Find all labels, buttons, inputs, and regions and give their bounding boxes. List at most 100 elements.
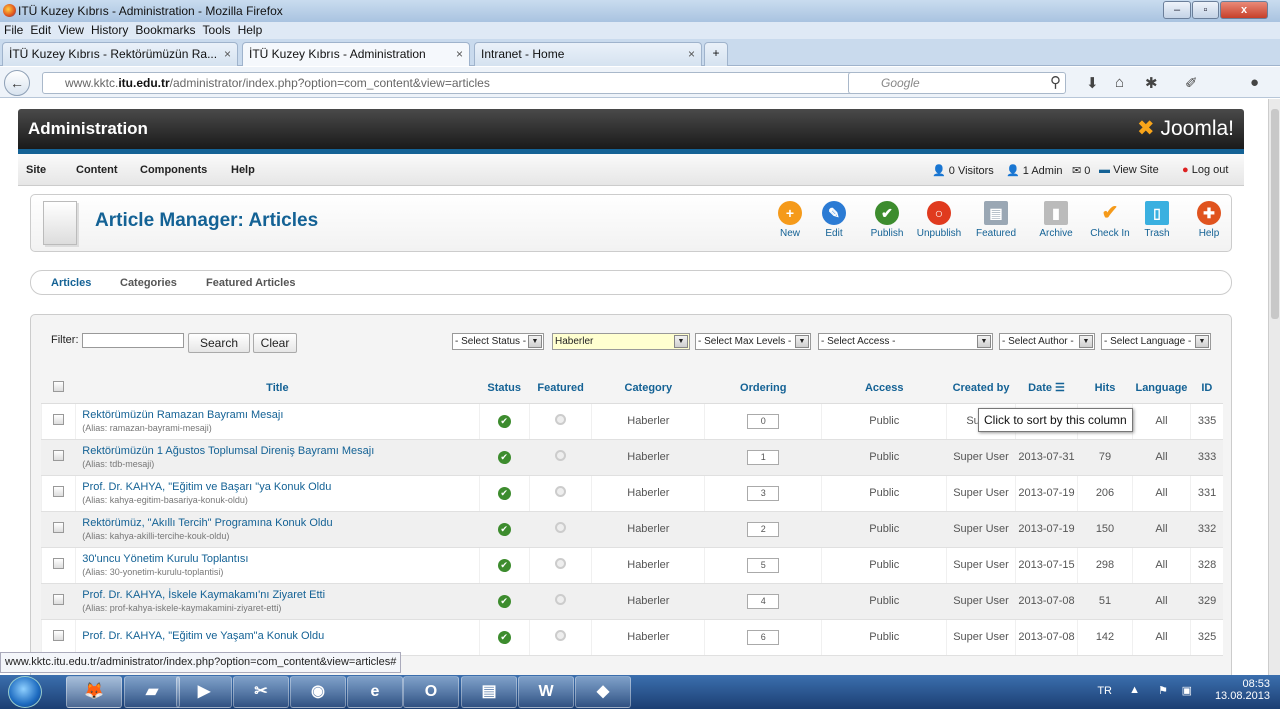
media-player-icon[interactable]: ▶ [176, 676, 232, 708]
row-checkbox[interactable] [53, 630, 65, 641]
menu-help[interactable]: Help [238, 22, 263, 39]
archive-button[interactable]: ▮ Archive [1026, 201, 1086, 239]
flag-icon[interactable]: ⚑ [1158, 684, 1168, 697]
ordering-input[interactable]: 0 [747, 413, 780, 429]
tab-articles[interactable]: Articles [51, 277, 91, 289]
article-title-link[interactable]: Rektörümüz, "Akıllı Tercih" Programına K… [82, 517, 478, 529]
dev-tools-icon[interactable]: ✐ [1185, 74, 1198, 92]
language-indicator[interactable]: TR [1097, 685, 1112, 697]
row-checkbox[interactable] [53, 450, 65, 461]
col-featured[interactable]: Featured [529, 373, 592, 404]
featured-toggle-icon[interactable] [555, 630, 567, 641]
page-scrollbar[interactable] [1268, 99, 1280, 675]
menu-file[interactable]: File [4, 22, 23, 39]
col-category[interactable]: Category [591, 373, 705, 404]
internet-explorer-icon[interactable]: e [347, 676, 403, 708]
browser-tab-3[interactable]: Intranet - Home × [474, 42, 702, 66]
created-by-cell[interactable]: Super User [946, 583, 1016, 620]
search-button[interactable]: Search [188, 333, 250, 353]
start-button[interactable] [8, 676, 42, 708]
messages-count[interactable]: ✉ 0 [1072, 164, 1090, 177]
access-select[interactable]: - Select Access - ▼ [818, 333, 993, 350]
ordering-input[interactable]: 2 [747, 521, 780, 537]
menu-site[interactable]: Site [26, 164, 46, 176]
clock[interactable]: 08:53 13.08.2013 [1215, 678, 1270, 702]
author-select[interactable]: - Select Author - ▼ [999, 333, 1095, 350]
tab-featured-articles[interactable]: Featured Articles [206, 277, 295, 289]
file-manager-icon[interactable]: ▤ [461, 676, 517, 708]
created-by-cell[interactable]: Super User [946, 547, 1016, 584]
row-checkbox[interactable] [53, 558, 65, 569]
close-window-button[interactable]: x [1220, 1, 1268, 19]
published-check-icon[interactable]: ✔ [497, 630, 511, 644]
url-bar[interactable]: www.kktc.itu.edu.tr/administrator/index.… [42, 72, 910, 94]
article-title-link[interactable]: Prof. Dr. KAHYA, "Eğitim ve Yaşam"a Konu… [82, 630, 478, 642]
article-title-link[interactable]: Prof. Dr. KAHYA, İskele Kaymakamı'nı Ziy… [82, 589, 478, 601]
maximize-button[interactable]: ▫ [1192, 1, 1219, 19]
show-hidden-icons-icon[interactable]: ▲ [1129, 684, 1140, 696]
close-tab-icon[interactable]: × [224, 47, 231, 61]
row-checkbox[interactable] [53, 414, 65, 425]
created-by-cell[interactable]: Super User [946, 619, 1016, 656]
select-all-checkbox[interactable] [53, 380, 65, 392]
featured-button[interactable]: ▤ Featured [966, 201, 1026, 239]
menu-components[interactable]: Components [140, 164, 207, 176]
menu-help[interactable]: Help [231, 164, 255, 176]
publish-button[interactable]: ✔ Publish [857, 201, 917, 239]
published-check-icon[interactable]: ✔ [497, 594, 511, 608]
snipping-tool-icon[interactable]: ✂ [233, 676, 289, 708]
col-created-by[interactable]: Created by [946, 373, 1016, 404]
close-tab-icon[interactable]: × [456, 47, 463, 61]
tab-categories[interactable]: Categories [120, 277, 177, 289]
menu-tools[interactable]: Tools [203, 22, 231, 39]
scroll-thumb[interactable] [1271, 109, 1279, 319]
view-site-link[interactable]: ▬ View Site [1099, 164, 1159, 176]
created-by-cell[interactable]: Super User [946, 439, 1016, 476]
word-icon[interactable]: W [518, 676, 574, 708]
article-title-link[interactable]: Rektörümüzün 1 Ağustos Toplumsal Direniş… [82, 445, 478, 457]
new-tab-button[interactable]: + [704, 42, 728, 66]
published-check-icon[interactable]: ✔ [497, 414, 511, 428]
filter-search-input[interactable] [82, 333, 184, 348]
menu-history[interactable]: History [91, 22, 128, 39]
unpublish-button[interactable]: ○ Unpublish [909, 201, 969, 239]
row-checkbox[interactable] [53, 522, 65, 533]
explorer-folder-icon[interactable]: ▰ [124, 676, 180, 708]
firefox-taskbar-icon[interactable]: 🦊 [66, 676, 122, 708]
home-icon[interactable]: ⌂ [1115, 74, 1124, 91]
status-select[interactable]: - Select Status - ▼ [452, 333, 544, 350]
published-check-icon[interactable]: ✔ [497, 486, 511, 500]
featured-toggle-icon[interactable] [555, 594, 567, 605]
extension-icon[interactable]: ● [1250, 74, 1259, 91]
featured-toggle-icon[interactable] [555, 486, 567, 497]
row-checkbox[interactable] [53, 486, 65, 497]
col-access[interactable]: Access [821, 373, 947, 404]
logout-link[interactable]: ● Log out [1182, 164, 1228, 176]
back-button[interactable]: ← [4, 70, 30, 96]
ordering-input[interactable]: 5 [747, 557, 780, 573]
col-ordering[interactable]: Ordering [704, 373, 822, 404]
col-status[interactable]: Status [479, 373, 530, 404]
minimize-button[interactable]: – [1163, 1, 1191, 19]
edit-button[interactable]: ✎ Edit [804, 201, 864, 239]
max-levels-select[interactable]: - Select Max Levels - ▼ [695, 333, 811, 350]
search-bar[interactable]: Google [848, 72, 1066, 94]
clear-button[interactable]: Clear [253, 333, 297, 353]
outlook-icon[interactable]: O [403, 676, 459, 708]
category-select[interactable]: Haberler ▼ [552, 333, 690, 350]
chrome-icon[interactable]: ◉ [290, 676, 346, 708]
published-check-icon[interactable]: ✔ [497, 450, 511, 464]
ordering-input[interactable]: 6 [747, 629, 780, 645]
article-title-link[interactable]: 30'uncu Yönetim Kurulu Toplantısı [82, 553, 478, 565]
article-title-link[interactable]: Prof. Dr. KAHYA, "Eğitim ve Başarı "ya K… [82, 481, 478, 493]
featured-toggle-icon[interactable] [555, 414, 567, 425]
menu-content[interactable]: Content [76, 164, 118, 176]
featured-toggle-icon[interactable] [555, 522, 567, 533]
created-by-cell[interactable]: Super User [946, 475, 1016, 512]
featured-toggle-icon[interactable] [555, 450, 567, 461]
browser-tab-1[interactable]: İTÜ Kuzey Kıbrıs - Rektörümüzün Ra... × [2, 42, 238, 66]
menu-edit[interactable]: Edit [30, 22, 51, 39]
menu-bookmarks[interactable]: Bookmarks [135, 22, 195, 39]
trash-button[interactable]: ▯ Trash [1127, 201, 1187, 239]
col-id[interactable]: ID [1190, 373, 1223, 404]
